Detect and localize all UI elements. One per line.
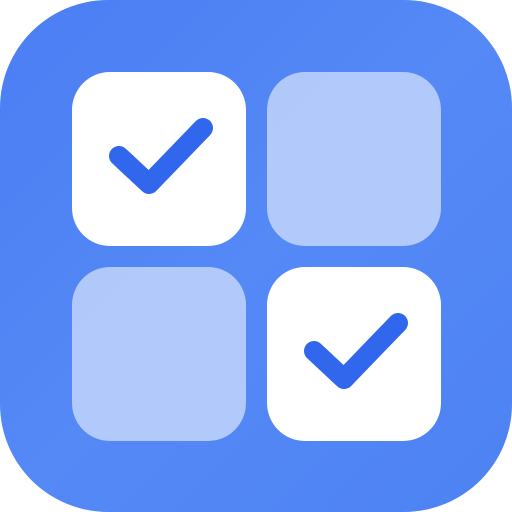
tile-unchecked-bottom-left[interactable] — [72, 267, 246, 441]
tile-unchecked-top-right[interactable] — [267, 72, 441, 246]
tile-checked-top-left[interactable] — [72, 72, 246, 246]
check-icon — [109, 118, 213, 194]
app-icon[interactable] — [0, 0, 512, 512]
tile-checked-bottom-right[interactable] — [267, 267, 441, 441]
check-icon — [304, 313, 408, 389]
